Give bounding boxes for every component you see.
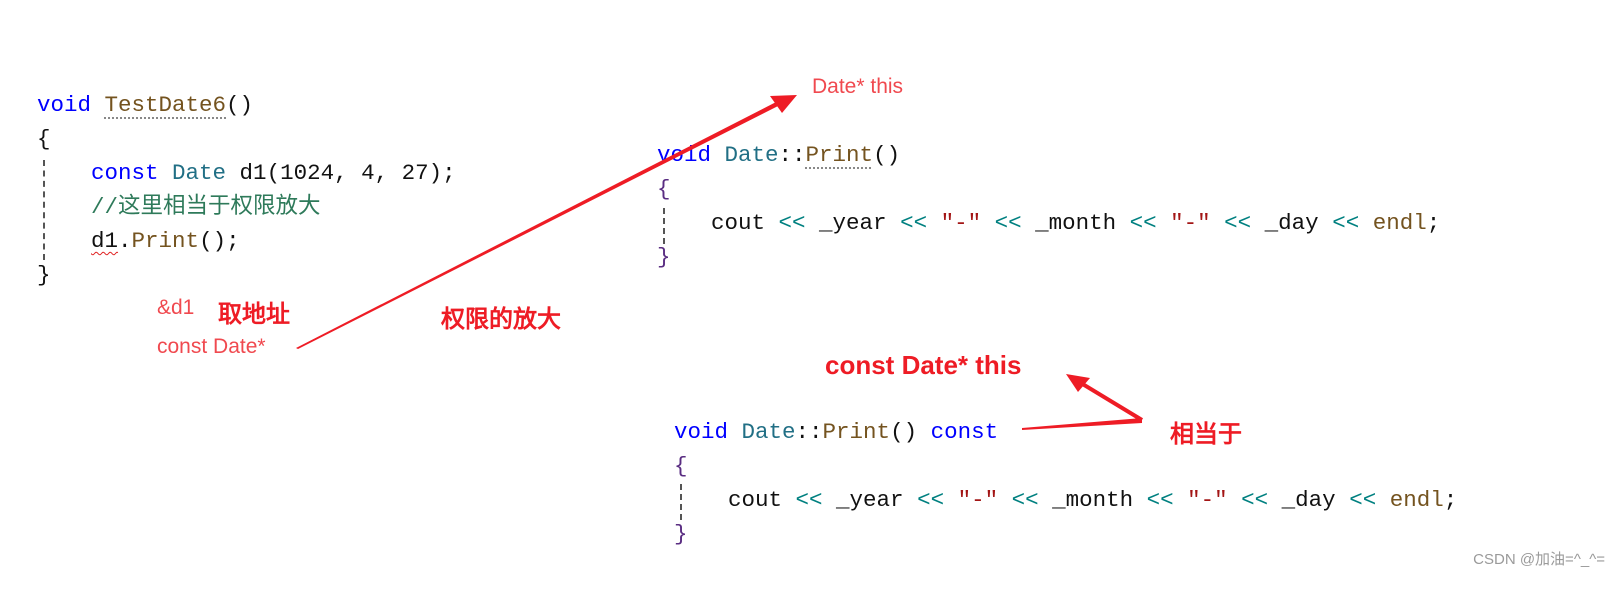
watermark: CSDN @加油=^_^= (1473, 551, 1605, 568)
arrow-to-date-this (296, 100, 782, 349)
arrow-to-const-date-this (1074, 378, 1144, 422)
arrowhead-icon (1066, 374, 1090, 392)
arrows-layer (296, 95, 1144, 430)
arrow-const-line (1022, 418, 1142, 430)
